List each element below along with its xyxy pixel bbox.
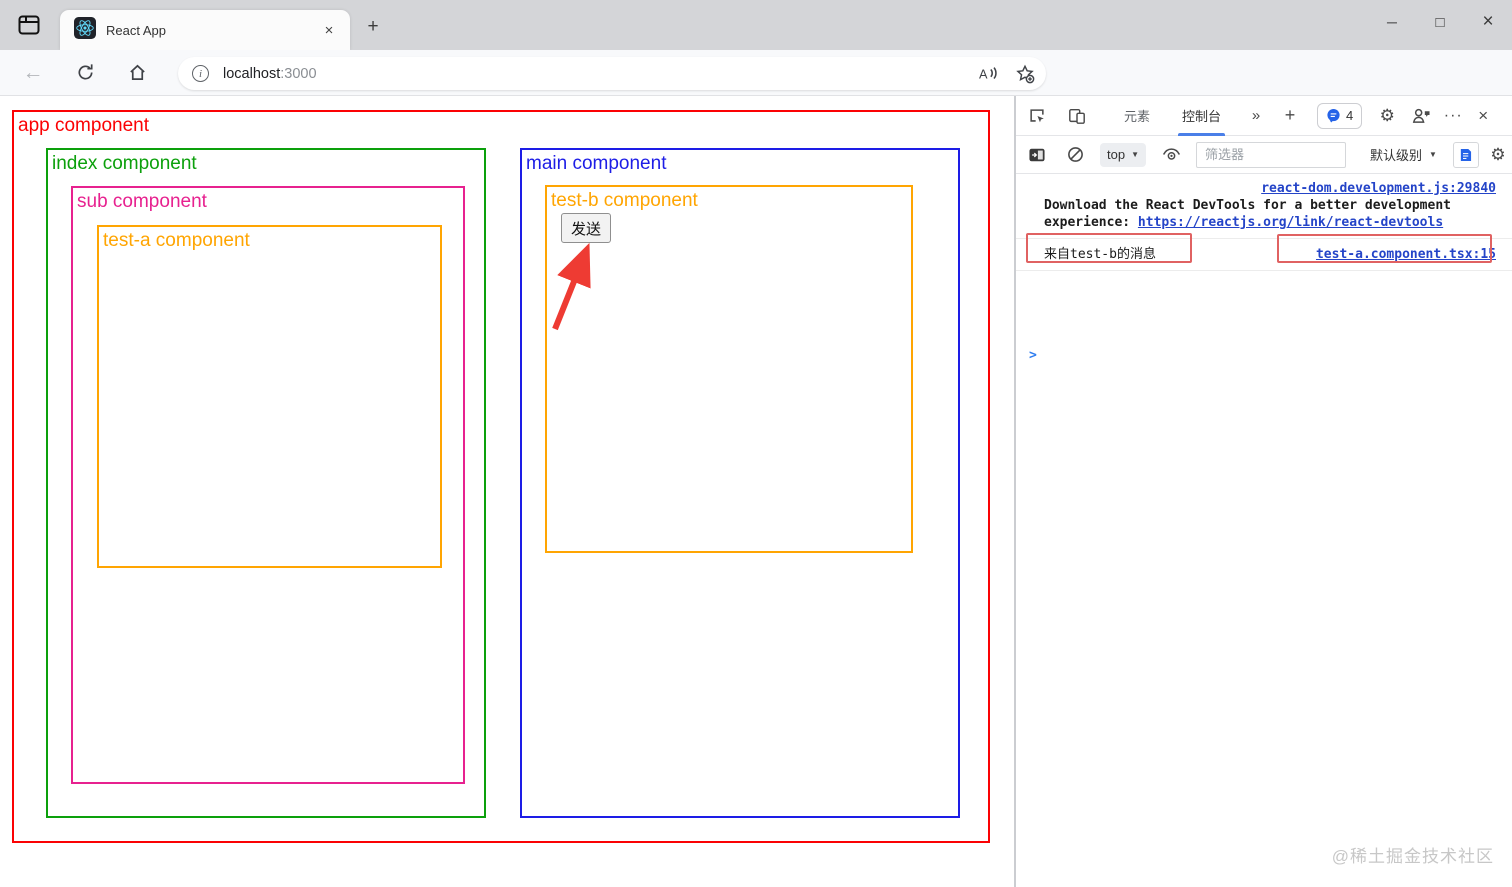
console-prompt-chevron[interactable]: >	[1029, 348, 1037, 363]
maximize-button[interactable]: □	[1416, 0, 1464, 44]
console-text-line2: experience: https://reactjs.org/link/rea…	[1044, 215, 1444, 230]
console-toolbar: top▼ 默认级别▼ ⚙	[1016, 136, 1512, 174]
address-bar[interactable]: i localhost:3000 A	[178, 57, 1046, 90]
url-text[interactable]: localhost:3000	[223, 66, 317, 82]
live-expression-icon[interactable]	[1158, 142, 1184, 168]
sub-component-label: sub component	[77, 191, 207, 212]
react-favicon	[74, 16, 96, 44]
console-output: react-dom.development.js:29840 Download …	[1016, 175, 1512, 271]
main-component-label: main component	[526, 153, 667, 174]
window-controls: ─ □ ×	[1368, 0, 1512, 50]
tab-title: React App	[106, 22, 166, 38]
test-a-component-box: test-a component	[97, 225, 442, 568]
browser-window: React App × + ─ □ × ← i localhost:3000 A	[0, 0, 1512, 887]
context-selector[interactable]: top ▼	[1100, 142, 1146, 167]
react-devtools-link[interactable]: https://reactjs.org/link/react-devtools	[1138, 215, 1443, 230]
console-message-devtools: react-dom.development.js:29840 Download …	[1016, 175, 1512, 239]
annotation-arrow	[552, 242, 591, 331]
workspaces-icon[interactable]	[14, 13, 44, 37]
issues-button[interactable]	[1452, 141, 1479, 168]
browser-tab[interactable]: React App ×	[60, 10, 350, 50]
chat-bubble-icon	[1327, 108, 1340, 123]
test-a-component-label: test-a component	[103, 230, 250, 251]
feedback-count-button[interactable]: 4	[1317, 102, 1363, 129]
close-button[interactable]: ×	[1464, 0, 1512, 44]
console-log-text: 来自test-b的消息	[1044, 247, 1156, 262]
console-settings-icon[interactable]: ⚙	[1485, 142, 1511, 168]
svg-text:A: A	[979, 66, 988, 81]
navbar: ← i localhost:3000 A	[0, 50, 1512, 133]
app-component-label: app component	[18, 115, 149, 136]
inspect-element-icon[interactable]	[1024, 103, 1050, 129]
console-text-line1: Download the React DevTools for a better…	[1044, 198, 1451, 213]
tab-elements[interactable]: 元素	[1112, 96, 1162, 136]
add-favorite-icon[interactable]	[1012, 61, 1038, 87]
devtools-close-icon[interactable]: ×	[1470, 103, 1496, 129]
devtools-main-toolbar: 元素 控制台 » + 4 ⚙ ··· ×	[1016, 96, 1512, 136]
badge-count: 4	[1346, 108, 1354, 123]
test-b-component-label: test-b component	[551, 190, 698, 211]
read-aloud-icon[interactable]: A	[976, 61, 1002, 87]
devtools-settings-icon[interactable]: ⚙	[1374, 103, 1400, 129]
more-tabs-icon[interactable]: »	[1243, 103, 1269, 129]
filter-input[interactable]	[1196, 141, 1346, 168]
home-icon[interactable]	[122, 58, 152, 88]
tab-close-icon[interactable]: ×	[318, 19, 340, 41]
site-info-icon[interactable]: i	[192, 65, 209, 82]
console-sidebar-icon[interactable]	[1024, 142, 1050, 168]
add-panel-icon[interactable]: +	[1277, 103, 1303, 129]
device-toolbar-icon[interactable]	[1064, 103, 1090, 129]
back-icon[interactable]: ←	[18, 58, 48, 88]
page-content: app component index component sub compon…	[0, 96, 1014, 887]
minimize-button[interactable]: ─	[1368, 0, 1416, 44]
console-message-testb: test-a.component.tsx:15 来自test-b的消息	[1016, 239, 1512, 271]
titlebar: React App × + ─ □ ×	[0, 0, 1512, 50]
issues-icon	[1461, 148, 1472, 161]
devtools-more-icon[interactable]: ···	[1440, 103, 1466, 129]
feedback-icon[interactable]	[1408, 103, 1434, 129]
log-level-selector[interactable]: 默认级别 ▼	[1370, 145, 1437, 164]
devtools-panel: 元素 控制台 » + 4 ⚙ ··· × top ▼ 筛选器 默认级别 ▼ ⚙ …	[1016, 96, 1512, 887]
chevron-down-icon: ▼	[1131, 150, 1139, 159]
clear-console-icon[interactable]	[1062, 142, 1088, 168]
source-link[interactable]: test-a.component.tsx:15	[1316, 239, 1496, 271]
reload-icon[interactable]	[70, 58, 100, 88]
index-component-label: index component	[52, 153, 197, 174]
source-link[interactable]: react-dom.development.js:29840	[1261, 181, 1496, 196]
chevron-down-icon: ▼	[1429, 150, 1437, 159]
new-tab-button[interactable]: +	[360, 16, 386, 38]
watermark: @稀土掘金技术社区	[1331, 847, 1494, 866]
tab-console[interactable]: 控制台	[1170, 96, 1233, 136]
